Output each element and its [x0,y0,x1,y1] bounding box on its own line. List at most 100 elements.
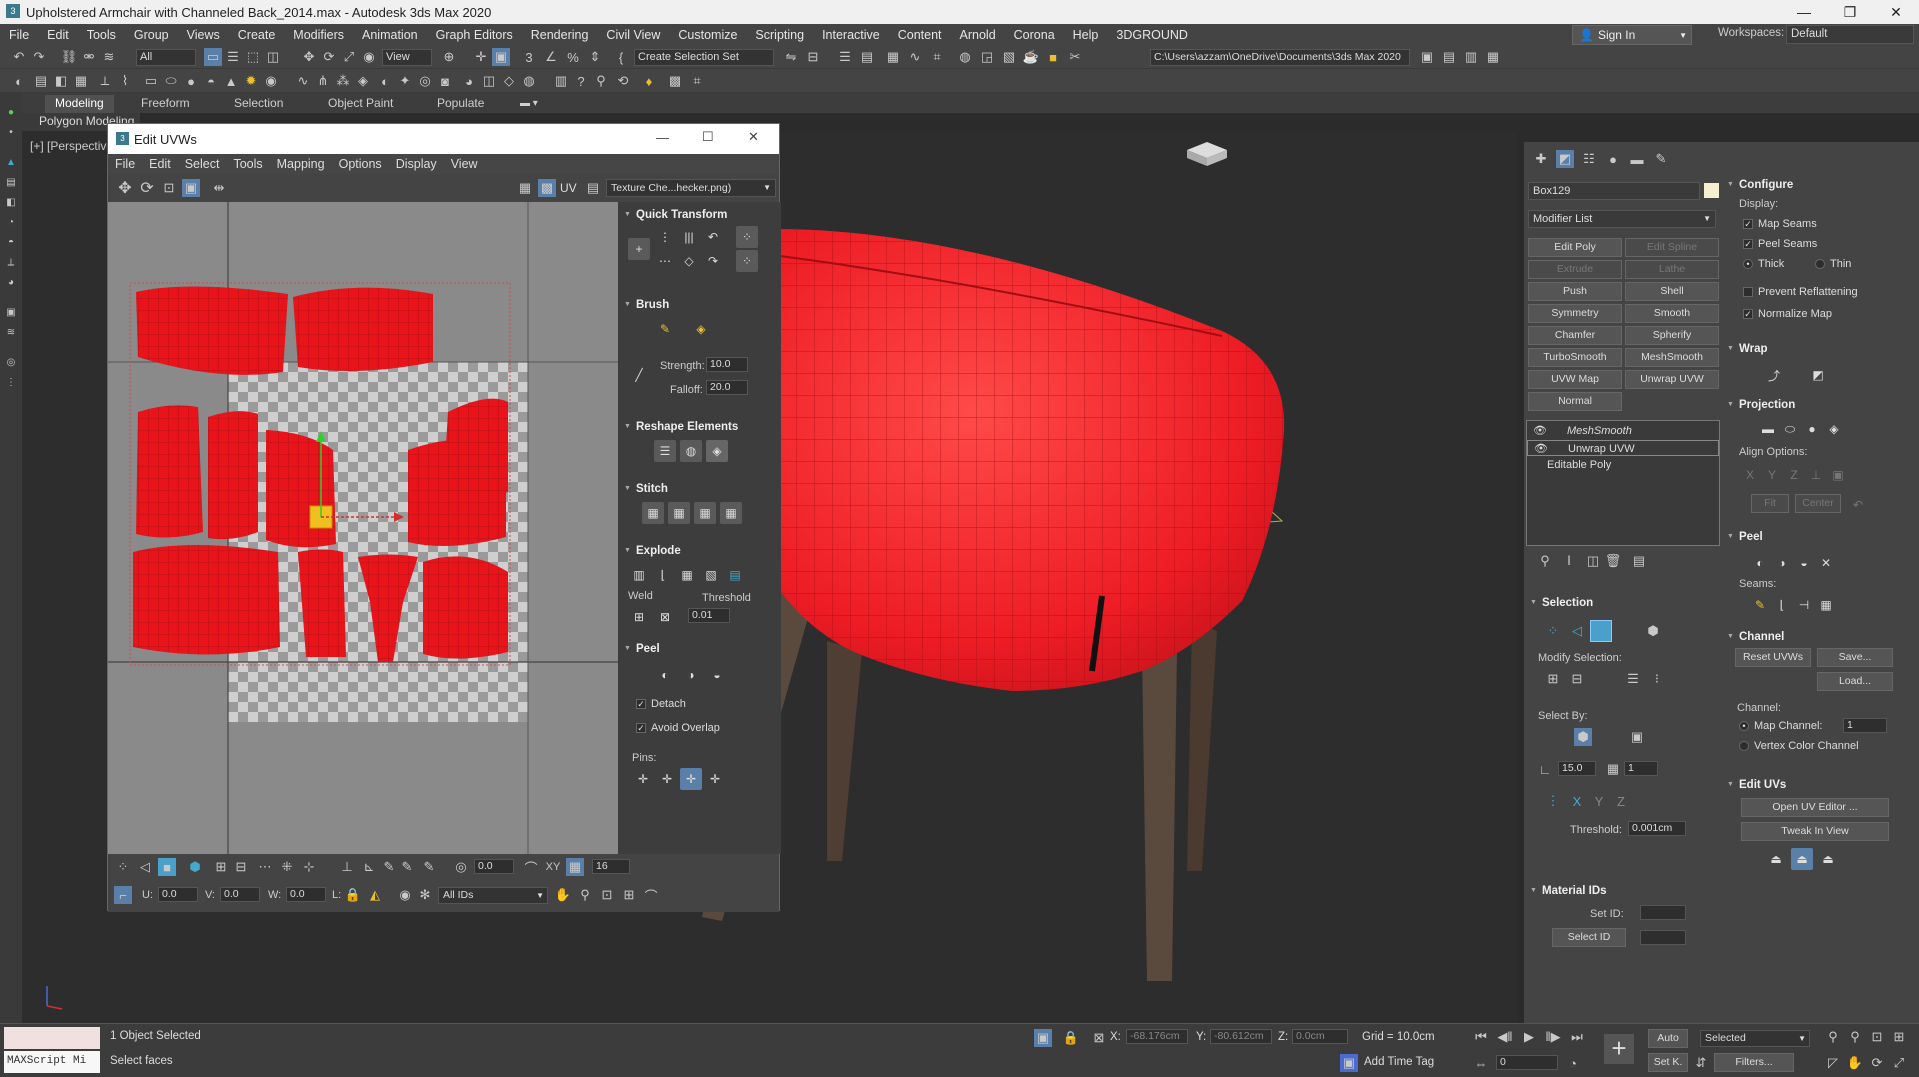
rendered-frame-window-icon[interactable]: ▧ [1000,48,1018,66]
reset-uvws-button[interactable]: Reset UVWs [1735,648,1811,667]
configure-sets-icon[interactable]: ▤ [1630,552,1648,570]
help-icon[interactable]: ? [572,72,590,90]
material-editor-icon[interactable]: ◍ [956,48,974,66]
edit-spline-button[interactable]: Edit Spline [1625,238,1719,257]
scissors-icon[interactable]: ✂ [1066,48,1084,66]
stack-item-unwrap-uvw[interactable]: 👁 Unwrap UVW [1527,440,1719,456]
add-time-tag[interactable]: Add Time Tag [1364,1056,1434,1068]
align-z-icon[interactable]: Z [1783,464,1805,486]
zoom-all-icon[interactable]: ⚲ [1846,1028,1864,1046]
key-mode-toggle-icon[interactable]: ⇵ [1692,1054,1710,1072]
menu-scripting[interactable]: Scripting [746,28,813,42]
save-button[interactable]: Save... [1817,648,1893,667]
reset-peel-icon[interactable]: ◒ [1793,552,1815,574]
detach-edge-icon[interactable]: ⌊ [652,564,674,586]
selection-filter-dropdown[interactable]: All [136,49,196,66]
undo-icon[interactable]: ↶ [10,48,28,66]
cameras-icon[interactable]: ▣ [2,303,20,321]
uvw-map-button[interactable]: UVW Map [1528,370,1622,389]
eye-icon[interactable]: 👁 [1534,441,1548,457]
layer-manager-icon[interactable]: ◧ [52,72,70,90]
planar-map-icon[interactable]: ▬ [1757,418,1779,440]
uv-menu-tools[interactable]: Tools [226,157,269,171]
angle-snap-icon[interactable]: ∠ [542,48,560,66]
orbit-icon[interactable]: ⟳ [1868,1054,1886,1072]
explorer-icon[interactable]: ⋮ [2,373,20,391]
move-icon[interactable]: ✥ [300,48,318,66]
y-coordinate-field[interactable]: -80.612cm [1210,1029,1272,1044]
point-to-point-seams-icon[interactable]: ⌊ [1771,594,1793,616]
select-id-button[interactable]: Select ID [1552,928,1626,947]
stack-item-meshsmooth[interactable]: 👁 MeshSmooth [1527,423,1719,439]
helpers-icon[interactable]: ◔ [2,213,20,231]
spinner-snap-icon[interactable]: ⇕ [586,48,604,66]
project-reload-icon[interactable]: ▥ [1462,48,1480,66]
filter-icon[interactable]: ◭ [366,886,384,904]
menu-edit[interactable]: Edit [38,28,78,42]
menu-customize[interactable]: Customize [669,28,746,42]
uv-menu-view[interactable]: View [444,157,485,171]
menu-interactive[interactable]: Interactive [813,28,889,42]
select-overlap-icon[interactable]: ⊥ [338,858,356,876]
element-mode-icon[interactable]: ⬢ [186,858,204,876]
align-x-icon[interactable]: X [1739,464,1761,486]
project-settings-icon[interactable]: ▤ [1440,48,1458,66]
edge-selection-to-seams-icon[interactable]: ⊣ [1793,594,1815,616]
uv-channel-label[interactable]: UV [560,181,577,195]
tweak-in-view-button[interactable]: Tweak In View [1741,822,1889,841]
selection-lock-icon[interactable]: 🔒 [1062,1029,1080,1047]
straighten-selection-icon[interactable]: ☰ [654,440,676,462]
xy-icon[interactable]: XY [544,858,562,876]
material-icon[interactable]: ◕ [460,72,478,90]
edge-mode-icon[interactable]: ◁ [136,858,154,876]
polygon-icon[interactable] [1590,620,1612,642]
grid-snap-icon[interactable]: ▦ [566,858,584,876]
uv-menu-options[interactable]: Options [332,157,389,171]
create-pyramid-icon[interactable]: ▲ [222,72,240,90]
stitch-custom-icon[interactable]: ▦ [720,502,742,524]
maximize-button[interactable]: ❐ [1827,0,1873,24]
straighten-icon[interactable]: ◇ [678,250,700,272]
chamfer-button[interactable]: Chamfer [1528,326,1622,345]
select-by-name-icon[interactable]: ☰ [224,48,242,66]
rollout-edit-uvs[interactable]: Edit UVs [1723,776,1786,794]
paint-select-icon[interactable]: ✎ [380,858,398,876]
time-tag-icon[interactable]: ▣ [1340,1054,1358,1072]
snap-toggle-icon[interactable]: 3 [520,48,538,66]
filters-button[interactable]: Filters... [1714,1053,1794,1072]
avoid-overlap-checkbox[interactable]: ✓ Avoid Overlap [636,722,720,734]
pivot-icon[interactable]: ⊕ [440,48,458,66]
transform-mode-icon[interactable]: ⌐ [114,886,132,904]
push-button[interactable]: Push [1528,282,1622,301]
flatten-by-smoothing-icon[interactable]: ▧ [700,564,722,586]
set-id-field[interactable] [1640,905,1686,920]
window-crossing-icon[interactable]: ◫ [264,48,282,66]
rollout-explode[interactable]: Explode [618,542,781,560]
zoom-icon[interactable]: ⚲ [1824,1028,1842,1046]
rollout-selection[interactable]: Selection [1526,594,1593,612]
prevent-reflattening-checkbox[interactable]: Prevent Reflattening [1743,286,1858,298]
maximize-viewport-icon[interactable]: ⤢ [1890,1054,1908,1072]
pin-icon[interactable]: ✛ [632,768,654,790]
schematic-view-icon[interactable]: ⌗ [928,48,946,66]
expand-seams-icon[interactable]: ▦ [1815,594,1837,616]
menu-corona[interactable]: Corona [1005,28,1064,42]
uv-menu-edit[interactable]: Edit [142,157,178,171]
planar-angle-icon[interactable]: ▣ [1628,728,1646,746]
soft-selection-icon[interactable]: ◎ [452,858,470,876]
relax-settings-icon[interactable]: ◈ [706,440,728,462]
grow-loop-icon[interactable]: ⊹ [300,858,318,876]
rectangular-selection-icon[interactable]: ⬚ [244,48,262,66]
flatten-by-material-icon[interactable]: ▤ [724,564,746,586]
key-filter-dropdown[interactable]: Selected ▼ [1700,1030,1810,1047]
set-key-button[interactable]: Set K. [1648,1053,1688,1072]
tab-object-paint[interactable]: Object Paint [318,95,403,113]
menu-content[interactable]: Content [889,28,951,42]
polygon-mode-icon[interactable]: ■ [158,858,176,876]
zoom-icon[interactable]: ⚲ [576,886,594,904]
hide-icon[interactable]: ◉ [396,886,414,904]
angle-icon[interactable]: ∟ [1536,760,1554,778]
x-coordinate-field[interactable]: -68.176cm [1126,1029,1188,1044]
modify-panel-icon[interactable]: ◩ [1556,150,1574,168]
align-y-icon[interactable]: Y [1761,464,1783,486]
